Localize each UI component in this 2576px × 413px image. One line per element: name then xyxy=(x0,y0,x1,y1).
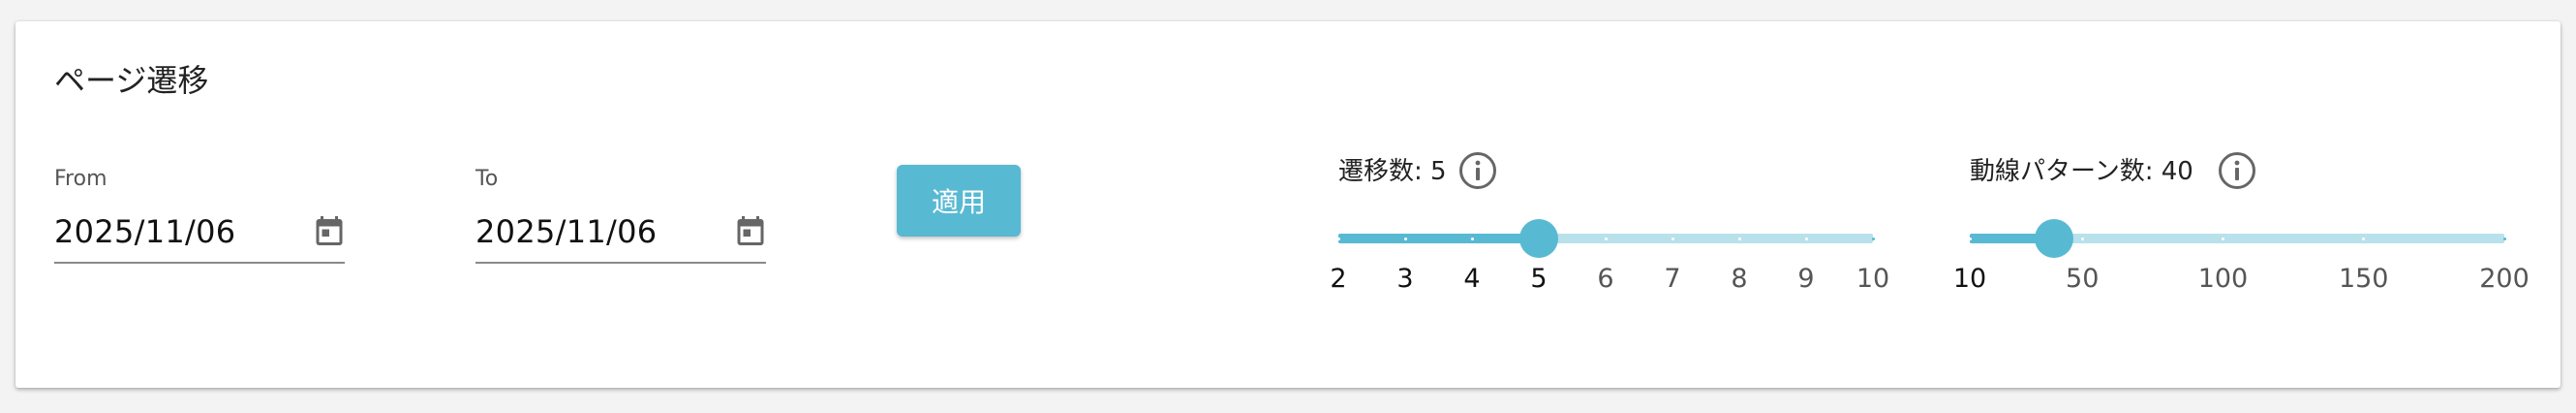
from-date-value[interactable]: 2025/11/06 xyxy=(54,213,235,250)
to-date-value[interactable]: 2025/11/06 xyxy=(475,213,657,250)
transition-slider-tick-label: 7 xyxy=(1664,264,1681,294)
transition-slider-track-fill xyxy=(1338,234,1539,243)
transition-slider-tick-mark xyxy=(1737,237,1741,240)
transition-slider-tick-mark xyxy=(1604,237,1608,240)
transition-slider-tick-mark xyxy=(1804,237,1808,240)
pattern-count-label: 動線パターン数: 40 xyxy=(1970,157,2193,186)
transition-slider-tick-mark xyxy=(1871,237,1875,240)
to-date-field[interactable]: To 2025/11/06 xyxy=(475,147,766,264)
pattern-slider-tick-label: 50 xyxy=(2066,264,2100,294)
transition-slider-tick-mark xyxy=(1336,237,1340,240)
page-transition-panel: ページ遷移 From 2025/11/06 To 2025/11/06 適用 遷… xyxy=(15,21,2561,388)
transition-slider-tick-label: 4 xyxy=(1463,264,1481,294)
pattern-slider-thumb[interactable] xyxy=(2035,219,2074,258)
transition-slider-thumb[interactable] xyxy=(1519,219,1558,258)
pattern-slider-tick-mark xyxy=(2080,237,2084,240)
pattern-slider-tick-label: 100 xyxy=(2197,264,2249,294)
panel-title: ページ遷移 xyxy=(54,62,209,99)
transition-slider-tick-label: 8 xyxy=(1731,264,1748,294)
to-date-label: To xyxy=(475,167,499,191)
info-icon[interactable] xyxy=(1458,151,1497,190)
from-date-underline xyxy=(54,262,345,264)
transition-slider-tick-label: 9 xyxy=(1797,264,1815,294)
transition-slider-tick-mark xyxy=(1671,237,1674,240)
pattern-slider-tick-label: 10 xyxy=(1952,264,1987,294)
transition-slider-tick-mark xyxy=(1470,237,1474,240)
pattern-slider-tick-label: 150 xyxy=(2338,264,2389,294)
pattern-slider-tick-mark xyxy=(2362,237,2366,240)
to-date-underline xyxy=(475,262,766,264)
from-date-label: From xyxy=(54,167,107,191)
apply-button[interactable]: 適用 xyxy=(897,165,1021,237)
transition-slider-tick-label: 10 xyxy=(1855,264,1890,294)
pattern-slider-tick-mark xyxy=(2221,237,2224,240)
transition-count-label: 遷移数: 5 xyxy=(1338,157,1447,186)
pattern-slider-tick-mark xyxy=(1968,237,1972,240)
pattern-slider-tick-mark xyxy=(2502,237,2506,240)
calendar-icon[interactable] xyxy=(312,211,347,250)
calendar-icon[interactable] xyxy=(733,211,768,250)
info-icon[interactable] xyxy=(2218,151,2256,190)
transition-slider-tick-label: 2 xyxy=(1330,264,1347,294)
transition-slider-tick-mark xyxy=(1403,237,1407,240)
pattern-slider-tick-label: 200 xyxy=(2479,264,2530,294)
transition-slider-tick-label: 6 xyxy=(1597,264,1614,294)
transition-slider-tick-label: 3 xyxy=(1396,264,1414,294)
transition-slider-tick-label: 5 xyxy=(1530,264,1548,294)
from-date-field[interactable]: From 2025/11/06 xyxy=(54,147,345,264)
